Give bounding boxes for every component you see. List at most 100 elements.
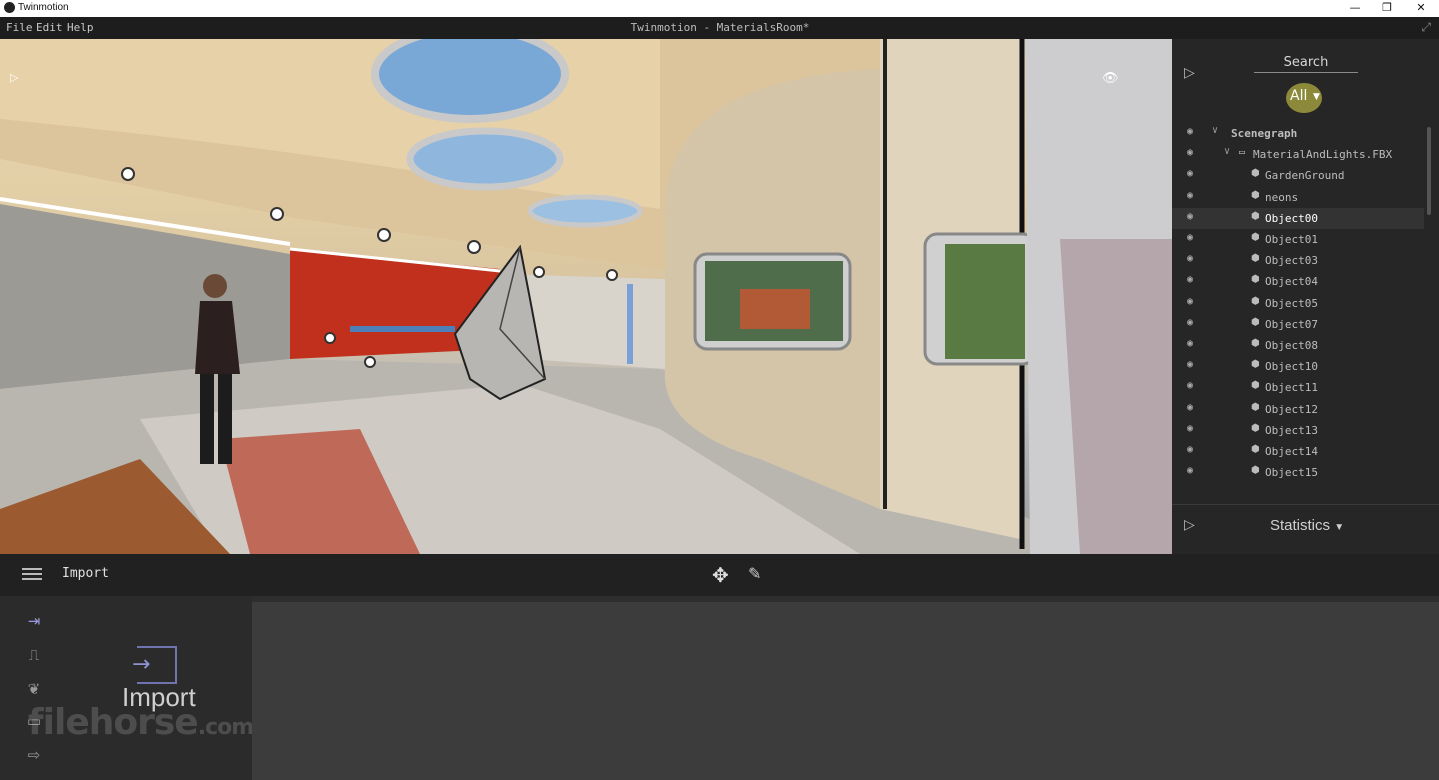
object-icon: ⬢ xyxy=(1251,232,1260,243)
export-icon[interactable]: ⇨ xyxy=(20,746,48,764)
tree-row[interactable]: ◉ ⬢ Object07 xyxy=(1172,314,1424,335)
tree-row-label: MaterialAndLights.FBX xyxy=(1253,148,1393,162)
visibility-eye-icon[interactable]: ◉ xyxy=(1187,317,1193,328)
statistics-section: ▷ Statistics ▼ xyxy=(1172,504,1439,554)
tree-row-label: Object01 xyxy=(1265,233,1318,246)
object-icon: ⬢ xyxy=(1251,444,1260,455)
eye-icon[interactable]: 👁 xyxy=(1102,71,1119,86)
visibility-eye-icon[interactable]: ◉ xyxy=(1187,274,1193,285)
watermark-suffix: .com xyxy=(197,715,254,740)
object-icon: ⬢ xyxy=(1251,338,1260,349)
statistics-dropdown[interactable]: Statistics ▼ xyxy=(1270,517,1344,534)
tree-row-label: Object12 xyxy=(1265,402,1318,416)
object-icon: ⬢ xyxy=(1251,168,1260,180)
fullscreen-icon[interactable]: ⤢ xyxy=(1421,20,1431,35)
visibility-eye-icon[interactable]: ◉ xyxy=(1187,380,1193,391)
tree-row-label: Object10 xyxy=(1265,360,1318,374)
panel-toggle-icon[interactable]: ▷ xyxy=(1184,65,1195,81)
tree-row[interactable]: ◉ ⬢ Object01 xyxy=(1172,229,1424,250)
tree-row[interactable]: ◉ ⬢ Object04 xyxy=(1172,271,1424,292)
menu-edit[interactable]: Edit xyxy=(36,21,63,34)
tree-row-label: Object05 xyxy=(1265,296,1318,310)
visibility-eye-icon[interactable]: ◉ xyxy=(1187,359,1193,370)
tree-row[interactable]: ◉ ⬢ Object03 xyxy=(1172,250,1424,271)
tree-row[interactable]: ◉ ⬢ Object12 xyxy=(1172,399,1424,420)
visibility-eye-icon[interactable]: ◉ xyxy=(1187,147,1193,158)
menu-help[interactable]: Help xyxy=(67,21,94,34)
tree-row[interactable]: ◉ ⬢ Object08 xyxy=(1172,335,1424,356)
visibility-eye-icon[interactable]: ◉ xyxy=(1187,338,1193,349)
3d-viewport[interactable]: ▷ 👁 xyxy=(0,39,1172,554)
tree-row[interactable]: ◉ ⬢ Object15 xyxy=(1172,462,1424,483)
document-title: Twinmotion - MaterialsRoom* xyxy=(630,21,810,34)
visibility-eye-icon[interactable]: ◉ xyxy=(1187,126,1193,137)
tree-row[interactable]: ◉ ⬢ Object10 xyxy=(1172,356,1424,377)
import-icon[interactable]: ⇥ xyxy=(20,612,48,630)
tree-row-label: Object07 xyxy=(1265,317,1318,331)
viewport-collapse-icon[interactable]: ▷ xyxy=(10,71,18,84)
tree-row-label: neons xyxy=(1265,190,1299,204)
mode-title: Import xyxy=(62,566,109,581)
tree-row[interactable]: ◉ ⬢ Object05 xyxy=(1172,293,1424,314)
maximize-button[interactable]: ❐ xyxy=(1370,0,1404,17)
eyedropper-icon[interactable]: ✎ xyxy=(748,564,761,583)
tree-row[interactable]: ◉ ⬢ GardenGround xyxy=(1172,165,1424,186)
move-icon[interactable]: ✥ xyxy=(712,563,729,587)
object-icon: ⬢ xyxy=(1251,465,1260,477)
tree-scrollbar[interactable] xyxy=(1427,127,1431,215)
visibility-eye-icon[interactable]: ◉ xyxy=(1187,190,1193,201)
visibility-eye-icon[interactable]: ◉ xyxy=(1187,253,1193,264)
object-icon: ⬢ xyxy=(1251,316,1260,328)
leaf-icon[interactable]: ❦ xyxy=(20,680,48,698)
tree-row-label: Object08 xyxy=(1265,339,1318,352)
tree-row-label: Scenegraph xyxy=(1231,127,1298,140)
menu-bar: File Edit Help Twinmotion - MaterialsRoo… xyxy=(0,17,1439,39)
minimize-button[interactable]: — xyxy=(1338,0,1372,17)
tree-row-label: Object00 xyxy=(1265,211,1318,225)
statistics-label: Statistics xyxy=(1270,517,1331,534)
watermark: filehorse.com xyxy=(28,702,254,743)
filter-dropdown[interactable]: All ▼ xyxy=(1286,83,1322,113)
statistics-toggle-icon[interactable]: ▷ xyxy=(1184,517,1195,533)
menu-file[interactable]: File xyxy=(6,21,33,34)
tree-row-label: Object13 xyxy=(1265,423,1318,437)
visibility-eye-icon[interactable]: ◉ xyxy=(1187,168,1193,179)
tree-row[interactable]: ◉ ⬢ Object11 xyxy=(1172,377,1424,398)
mode-toolbar: Import ✥ ✎ xyxy=(0,554,1439,596)
expand-caret-icon[interactable]: ∨ xyxy=(1212,125,1218,136)
mode-sidebar: ⇥ ⎍ ❦ ▭ ⇨ → Import filehorse.com xyxy=(0,596,254,780)
tree-row[interactable]: ◉ ∨ Scenegraph xyxy=(1172,123,1424,144)
app-logo-icon xyxy=(4,2,15,13)
search-field[interactable]: Search xyxy=(1254,55,1358,73)
object-icon: ⬢ xyxy=(1251,295,1260,307)
visibility-eye-icon[interactable]: ◉ xyxy=(1187,423,1193,434)
tree-row-label: GardenGround xyxy=(1265,169,1345,183)
tree-row[interactable]: ◉ ⬢ Object00 xyxy=(1172,207,1424,229)
visibility-eye-icon[interactable]: ◉ xyxy=(1187,211,1193,222)
tree-row-label: Object04 xyxy=(1265,275,1318,289)
scene-render xyxy=(0,39,1172,554)
object-icon: ⬢ xyxy=(1251,189,1260,201)
visibility-eye-icon[interactable]: ◉ xyxy=(1187,402,1193,413)
watermark-text: filehorse xyxy=(28,702,199,743)
tree-row-label: Object15 xyxy=(1265,466,1318,480)
tree-row[interactable]: ◉ ⬢ Object14 xyxy=(1172,441,1424,462)
scene-panel: ▷ Search All ▼ ◉ ∨ Scenegraph ◉ ∨ ▭ MaterialAn… xyxy=(1172,39,1439,554)
visibility-eye-icon[interactable]: ◉ xyxy=(1187,232,1193,243)
tree-row[interactable]: ◉ ⬢ neons xyxy=(1172,187,1424,208)
object-icon: ⬢ xyxy=(1251,253,1260,265)
menu-icon[interactable] xyxy=(22,568,42,580)
expand-caret-icon[interactable]: ∨ xyxy=(1224,146,1230,157)
visibility-eye-icon[interactable]: ◉ xyxy=(1187,444,1193,455)
visibility-eye-icon[interactable]: ◉ xyxy=(1187,296,1193,307)
tree-row[interactable]: ◉ ∨ ▭ MaterialAndLights.FBX xyxy=(1172,144,1424,165)
tree-row[interactable]: ◉ ⬢ Object13 xyxy=(1172,420,1424,441)
waveform-icon[interactable]: ⎍ xyxy=(20,646,48,664)
close-button[interactable]: ✕ xyxy=(1404,0,1438,17)
import-arrow-icon: → xyxy=(132,652,151,677)
import-content-area[interactable] xyxy=(252,602,1439,780)
tree-row-label: Object03 xyxy=(1265,254,1318,268)
object-icon: ⬢ xyxy=(1251,422,1260,434)
app-title: Twinmotion xyxy=(18,2,69,13)
visibility-eye-icon[interactable]: ◉ xyxy=(1187,465,1193,476)
